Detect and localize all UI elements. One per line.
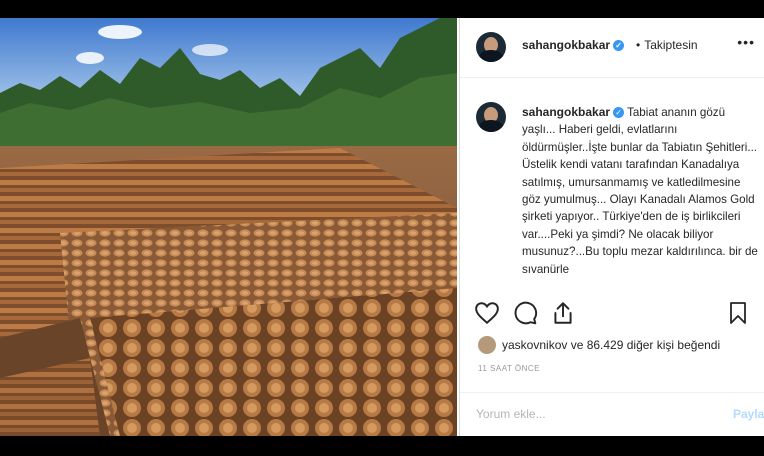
likes-summary[interactable]: yaskovnikov ve 86.429 diğer kişi beğendi — [478, 336, 758, 356]
heart-icon[interactable] — [474, 300, 500, 326]
comment-box: Yorum ekle... Paylaş — [460, 392, 764, 436]
caption-avatar[interactable] — [476, 102, 506, 132]
share-icon[interactable] — [550, 300, 576, 326]
comment-icon[interactable] — [512, 300, 538, 326]
post-comment-button[interactable]: Paylaş — [733, 407, 764, 421]
liker-avatar — [478, 336, 496, 354]
avatar[interactable] — [476, 32, 506, 62]
verified-badge-icon: ✓ — [613, 107, 625, 119]
logs-pile-image — [0, 18, 457, 436]
bookmark-icon[interactable] — [726, 300, 750, 326]
header-username[interactable]: sahangokbakar ✓ — [522, 38, 625, 52]
post-caption: sahangokbakar ✓ Tabiat ananın gözü yaşlı.… — [522, 104, 758, 278]
caption-text: Tabiat ananın gözü yaşlı... Haberi geldi… — [522, 106, 758, 276]
post-side-panel: sahangokbakar ✓ • Takiptesin ••• sahangokb… — [459, 18, 764, 436]
instagram-post-frame: sahangokbakar ✓ • Takiptesin ••• sahangokb… — [0, 18, 764, 436]
follow-status[interactable]: • Takiptesin — [636, 38, 698, 52]
caption-username[interactable]: sahangokbakar — [522, 105, 610, 119]
following-label: Takiptesin — [644, 38, 698, 52]
comment-input[interactable]: Yorum ekle... — [476, 407, 546, 421]
verified-badge-icon: ✓ — [613, 40, 625, 52]
post-header: sahangokbakar ✓ • Takiptesin ••• — [460, 18, 764, 78]
post-timestamp[interactable]: 11 SAAT ÖNCE — [478, 364, 540, 373]
likes-text: yaskovnikov ve 86.429 diğer kişi beğendi — [502, 338, 721, 352]
post-photo[interactable] — [0, 18, 457, 436]
more-options-icon[interactable]: ••• — [737, 34, 755, 50]
action-bar — [474, 300, 754, 328]
